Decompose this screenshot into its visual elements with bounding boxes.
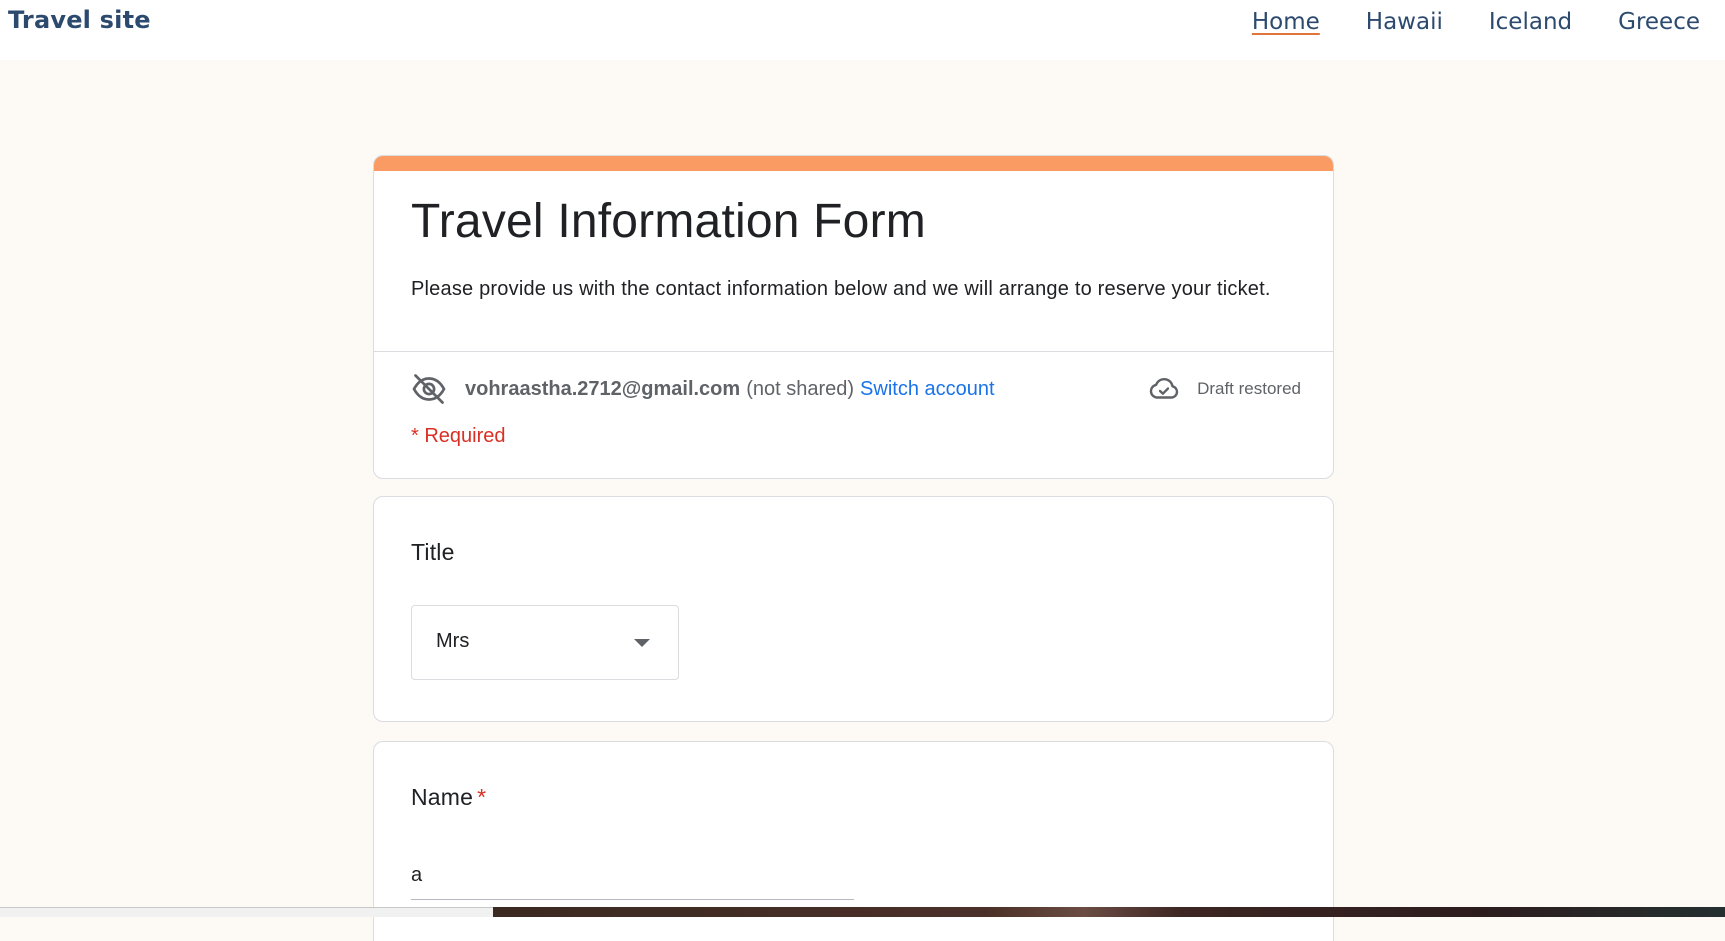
dropdown-arrow-icon	[634, 639, 650, 647]
form-accent-strip	[374, 156, 1333, 171]
bottom-strip-image	[493, 907, 1725, 917]
main-nav: Home Hawaii Iceland Greece	[1206, 6, 1700, 38]
eye-off-icon	[412, 374, 446, 404]
account-row: vohraastha.2712@gmail.com (not shared) S…	[411, 369, 1301, 409]
question-card-title: Title Mrs	[373, 496, 1334, 722]
switch-account-link[interactable]: Switch account	[860, 378, 995, 401]
account-email: vohraastha.2712@gmail.com	[465, 377, 741, 400]
draft-status: Draft restored	[1147, 372, 1301, 406]
name-input[interactable]	[411, 860, 854, 900]
bottom-strip-light	[0, 907, 493, 917]
required-note: * Required	[411, 425, 506, 447]
form-header-card: Travel Information Form Please provide u…	[373, 155, 1334, 479]
header-divider	[374, 351, 1333, 352]
nav-link-home[interactable]: Home	[1252, 6, 1320, 38]
nav-link-greece[interactable]: Greece	[1618, 6, 1700, 38]
top-nav-bar: Travel site Home Hawaii Iceland Greece	[0, 0, 1725, 60]
form-description: Please provide us with the contact infor…	[411, 278, 1271, 300]
site-brand[interactable]: Travel site	[8, 6, 151, 34]
not-shared-label: (not shared)	[746, 377, 855, 400]
nav-link-hawaii[interactable]: Hawaii	[1366, 6, 1443, 38]
bottom-content-strip	[0, 907, 1725, 917]
title-dropdown[interactable]: Mrs	[411, 605, 679, 680]
nav-link-iceland[interactable]: Iceland	[1489, 6, 1572, 38]
required-asterisk: *	[477, 784, 487, 810]
question-label-name: Name *	[411, 784, 486, 811]
cloud-check-icon	[1149, 377, 1179, 399]
draft-status-text: Draft restored	[1197, 379, 1301, 398]
form-title: Travel Information Form	[411, 195, 926, 248]
title-dropdown-value: Mrs	[436, 630, 470, 652]
question-label-title: Title	[411, 539, 455, 565]
name-label-text: Name	[411, 784, 474, 810]
